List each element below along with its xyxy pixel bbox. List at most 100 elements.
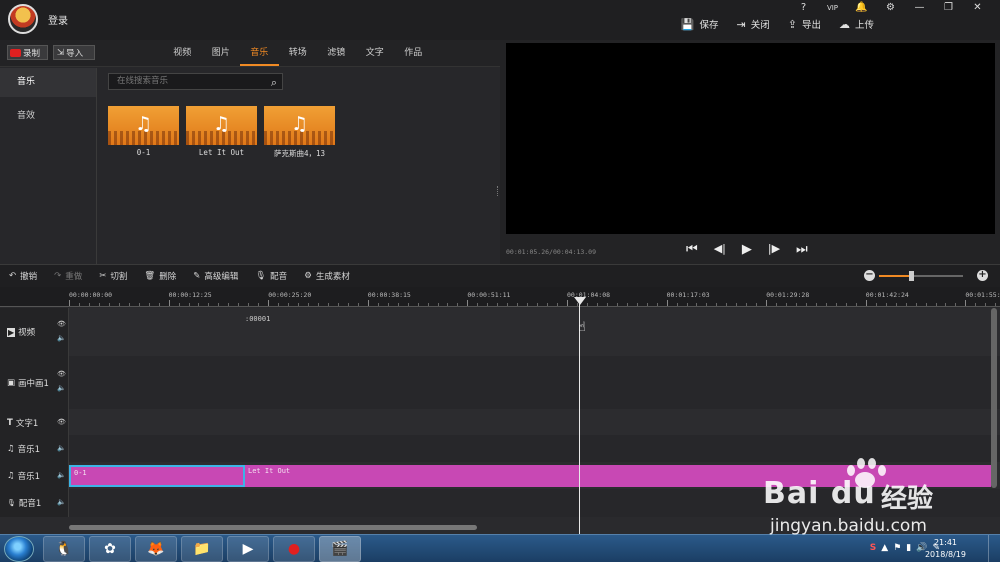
skip-end-icon[interactable]: ⏭ — [796, 242, 808, 257]
eye-icon[interactable]: 👁 — [57, 320, 66, 328]
eye-icon[interactable]: 👁 — [57, 370, 66, 378]
tab-image[interactable]: 图片 — [202, 40, 241, 66]
timeline-vertical-scrollbar[interactable] — [991, 308, 997, 488]
zoom-in-icon[interactable]: + — [977, 270, 988, 281]
timeline-zoom-slider[interactable]: − + — [864, 270, 988, 282]
vip-icon[interactable]: VIP — [818, 0, 847, 16]
media-icon[interactable]: ▶ — [227, 536, 269, 562]
tab-text[interactable]: 文字 — [356, 40, 395, 66]
dubbing-button[interactable]: 🎙 配音 — [255, 270, 287, 282]
ruler-minor-tick — [676, 303, 678, 306]
tab-transition[interactable]: 转场 — [279, 40, 318, 66]
ruler-minor-tick — [646, 303, 648, 306]
ruler-tick-label: 00:01:55: — [965, 291, 1000, 299]
time-ruler[interactable]: 00:00:00:00 00:00:12:25 00:00:25:20 00:00:3… — [69, 287, 1000, 307]
login-link[interactable]: 登录 — [48, 12, 68, 27]
ruler-minor-tick — [178, 303, 180, 306]
advanced-edit-button[interactable]: ✎ 高级编辑 — [193, 270, 238, 282]
music-note-icon: ♫ — [290, 113, 309, 135]
save-label: 保存 — [699, 20, 719, 31]
playhead-handle[interactable] — [574, 297, 586, 305]
tab-music[interactable]: 音乐 — [240, 40, 279, 66]
play-icon[interactable]: ▶ — [742, 242, 752, 257]
category-sound-effects[interactable]: 音效 — [0, 102, 96, 131]
audio-clip[interactable]: Let It Out — [245, 465, 991, 487]
help-icon[interactable]: ? — [789, 0, 818, 16]
audio-clip[interactable]: 0-1 — [69, 465, 245, 487]
skip-start-icon[interactable]: ⏮ — [686, 242, 698, 257]
tab-works[interactable]: 作品 — [394, 40, 433, 66]
track-body[interactable]: 0-1 Let It Out — [69, 462, 1000, 489]
track-body[interactable]: :00001 — [69, 308, 1000, 356]
track-body[interactable] — [69, 356, 1000, 409]
track-header: ▶ 视频 👁 🔈 — [0, 308, 69, 356]
frame-back-icon[interactable]: ◀| — [714, 242, 726, 257]
ruler-minor-tick — [885, 303, 887, 306]
track-video: ▶ 视频 👁 🔈 :00001 — [0, 308, 1000, 356]
speaker-icon[interactable]: 🔈 — [57, 498, 66, 506]
redo-label: 重做 — [65, 272, 83, 282]
frame-forward-icon[interactable]: |▶ — [768, 242, 780, 257]
speaker-icon[interactable]: 🔈 — [57, 471, 66, 479]
generate-label: 生成素材 — [315, 272, 350, 282]
media-player-icon[interactable]: ✿ — [89, 536, 131, 562]
start-button[interactable] — [4, 536, 34, 562]
track-label: ▶ 视频 — [7, 327, 36, 338]
redo-button[interactable]: ↷ 重做 — [54, 270, 82, 282]
sogou-icon[interactable]: S — [870, 543, 876, 553]
system-clock[interactable]: 21:41 2018/8/19 — [925, 537, 966, 561]
music-item[interactable]: ♫ 0-1 — [108, 106, 179, 159]
folder-icon[interactable]: 📁 — [181, 536, 223, 562]
tray-expand-icon[interactable]: ▲ — [881, 543, 888, 553]
speaker-icon[interactable]: 🔈 — [57, 334, 66, 342]
microphone-icon: 🎙 — [255, 271, 267, 281]
zoom-out-icon[interactable]: − — [864, 270, 875, 281]
save-button[interactable]: 💾 保存 — [681, 17, 719, 32]
import-button[interactable]: ⇲ 导入 — [53, 45, 95, 60]
cut-label: 切割 — [110, 272, 128, 282]
firefox-icon[interactable]: 🦊 — [135, 536, 177, 562]
bell-icon[interactable]: 🔔 — [847, 0, 876, 16]
tab-filter[interactable]: 滤镜 — [317, 40, 356, 66]
timeline-horizontal-scrollbar[interactable] — [69, 525, 477, 530]
ruler-minor-tick — [387, 303, 389, 306]
ruler-minor-tick — [736, 303, 738, 306]
eye-icon[interactable]: 👁 — [57, 418, 66, 426]
upload-button[interactable]: ☁ 上传 — [839, 17, 874, 32]
preview-screen[interactable] — [506, 43, 995, 234]
cut-button[interactable]: ✂ 切割 — [99, 270, 127, 282]
track-body[interactable] — [69, 409, 1000, 435]
gear-icon[interactable]: ⚙ — [876, 0, 905, 16]
mic-track-icon: 🎙 — [7, 499, 16, 507]
show-desktop-button[interactable] — [988, 535, 1000, 562]
close-project-button[interactable]: ⇥ 关闭 — [737, 17, 770, 32]
category-music[interactable]: 音乐 — [0, 68, 96, 97]
delete-button[interactable]: 🗑 删除 — [144, 270, 176, 282]
maximize-icon[interactable]: ❐ — [934, 0, 963, 16]
music-item[interactable]: ♫ 萨克斯曲4，13 — [264, 106, 335, 159]
battery-icon[interactable]: ▮ — [906, 543, 911, 553]
panel-splitter[interactable] — [497, 186, 499, 196]
avatar[interactable] — [8, 4, 38, 34]
minimize-icon[interactable]: — — [905, 0, 934, 16]
flag-icon[interactable]: ⚑ — [893, 543, 901, 553]
editor-icon[interactable]: 🎬 — [319, 536, 361, 562]
export-button[interactable]: ⇪ 导出 — [788, 17, 821, 32]
track-body[interactable] — [69, 435, 1000, 462]
close-icon[interactable]: ✕ — [963, 0, 992, 16]
ruler-minor-tick — [118, 303, 120, 306]
speaker-icon[interactable]: 🔈 — [57, 444, 66, 452]
zoom-handle[interactable] — [908, 271, 914, 281]
speaker-icon[interactable]: 🔈 — [57, 384, 66, 392]
music-item[interactable]: ♫ Let It Out — [186, 106, 257, 159]
search-icon[interactable]: ⌕ — [271, 75, 277, 90]
record-button[interactable]: 录制 — [7, 45, 48, 60]
qq-icon[interactable]: 🐧 — [43, 536, 85, 562]
generate-material-button[interactable]: ⚙ 生成素材 — [304, 270, 350, 282]
undo-button[interactable]: ↶ 撤销 — [9, 270, 37, 282]
track-body[interactable] — [69, 489, 1000, 517]
tab-video[interactable]: 视频 — [163, 40, 202, 66]
ruler-minor-tick — [238, 303, 240, 306]
record-icon[interactable]: ● — [273, 536, 315, 562]
music-search-input[interactable]: 在线搜索音乐 ⌕ — [108, 73, 283, 90]
